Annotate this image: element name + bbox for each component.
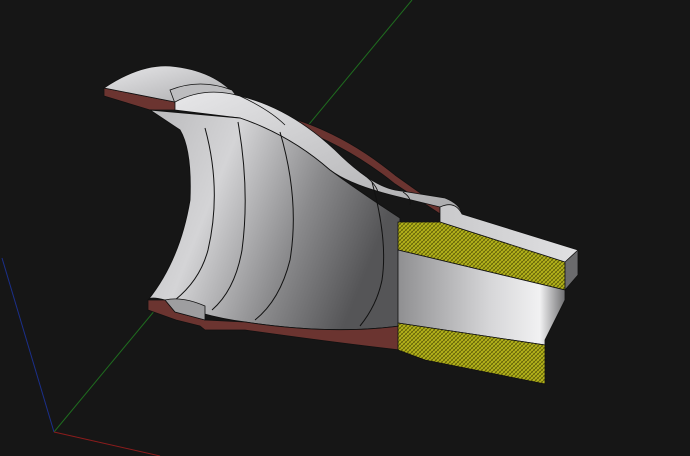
model-canvas[interactable] bbox=[0, 0, 690, 456]
part-model[interactable] bbox=[102, 65, 579, 385]
cad-3d-viewport[interactable] bbox=[0, 0, 690, 456]
z-axis-line bbox=[1, 257, 55, 433]
funnel-inner-surface bbox=[147, 109, 401, 331]
x-axis-line bbox=[53, 431, 161, 456]
